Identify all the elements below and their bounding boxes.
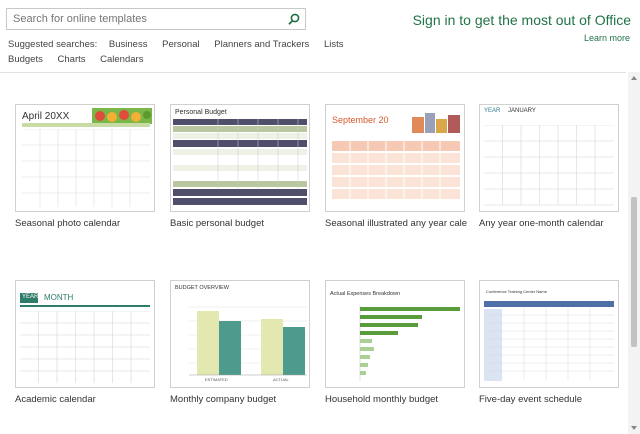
suggested-item-business[interactable]: Business bbox=[109, 39, 148, 50]
template-caption[interactable]: Basic personal budget bbox=[170, 218, 312, 229]
template-caption[interactable]: Five-day event schedule bbox=[479, 394, 621, 405]
template-thumbnail[interactable]: Actual Expenses Breakdown bbox=[325, 280, 465, 388]
template-caption[interactable]: Any year one-month calendar bbox=[479, 218, 621, 229]
template-thumbnail[interactable]: April 20XX bbox=[15, 104, 155, 212]
template-thumbnail[interactable]: Personal Budget bbox=[170, 104, 310, 212]
suggested-item-budgets[interactable]: Budgets bbox=[8, 54, 43, 65]
scroll-up-icon[interactable] bbox=[631, 76, 637, 80]
template-caption[interactable]: Academic calendar bbox=[15, 394, 157, 405]
template-academic-calendar[interactable]: YEAR MONTH Academic calendar bbox=[15, 280, 157, 405]
suggested-item-calendars[interactable]: Calendars bbox=[100, 54, 143, 65]
template-thumbnail[interactable]: Conference Training Center Name bbox=[479, 280, 619, 388]
header-band bbox=[22, 123, 150, 127]
suggested-item-planners[interactable]: Planners and Trackers bbox=[214, 39, 309, 50]
vertical-scrollbar[interactable] bbox=[628, 72, 640, 434]
thumbnail-title: April 20XX bbox=[22, 111, 70, 122]
schedule-table bbox=[484, 301, 614, 381]
template-thumbnail[interactable]: September 20 bbox=[325, 104, 465, 212]
calendar-grid bbox=[20, 311, 150, 383]
thumbnail-title: Actual Expenses Breakdown bbox=[330, 291, 401, 297]
template-caption[interactable]: Monthly company budget bbox=[170, 394, 312, 405]
search-icon[interactable] bbox=[287, 12, 301, 26]
divider bbox=[0, 72, 626, 73]
suggested-searches: Suggested searches: Business Personal Pl… bbox=[8, 37, 388, 67]
template-thumbnail[interactable]: YEAR JANUARY bbox=[479, 104, 619, 212]
thumbnail-title: Personal Budget bbox=[175, 109, 227, 116]
scroll-down-icon[interactable] bbox=[631, 426, 637, 430]
bar-label-estimated: ESTIMATED bbox=[205, 377, 228, 382]
calendar-grid bbox=[484, 125, 614, 206]
suggested-searches-label: Suggested searches: bbox=[8, 39, 98, 50]
template-monthly-company-budget[interactable]: BUDGET OVERVIEW ESTIMATED ACTUAL Monthly… bbox=[170, 280, 312, 405]
template-basic-personal-budget[interactable]: Personal Budget Basic personal budget bbox=[170, 104, 312, 229]
signin-title[interactable]: Sign in to get the most out of Office bbox=[413, 12, 631, 28]
year-badge: YEAR bbox=[20, 293, 38, 303]
template-caption[interactable]: Seasonal photo calendar bbox=[15, 218, 157, 229]
template-five-day-event-schedule[interactable]: Conference Training Center Name Five-day… bbox=[479, 280, 621, 405]
thumbnail-title: JANUARY bbox=[508, 108, 536, 114]
suggested-item-lists[interactable]: Lists bbox=[324, 39, 344, 50]
learn-more-link[interactable]: Learn more bbox=[584, 33, 630, 43]
search-input[interactable] bbox=[13, 11, 283, 27]
expenses-bar-chart bbox=[359, 305, 460, 381]
thumbnail-title: MONTH bbox=[44, 293, 74, 302]
bar-label-actual: ACTUAL bbox=[273, 377, 289, 382]
template-caption[interactable]: Household monthly budget bbox=[325, 394, 467, 405]
thumbnail-year: YEAR bbox=[22, 294, 39, 300]
calendar-grid bbox=[332, 141, 460, 201]
thumbnail-title: Conference Training Center Name bbox=[486, 289, 547, 294]
template-any-year-one-month-calendar[interactable]: YEAR JANUARY Any year one-month calendar bbox=[479, 104, 621, 229]
search-box[interactable] bbox=[6, 8, 306, 30]
calendar-grid bbox=[22, 129, 150, 207]
header-rule bbox=[20, 305, 150, 307]
template-seasonal-photo-calendar[interactable]: April 20XX Seasonal photo calendar bbox=[15, 104, 157, 229]
thumbnail-year: YEAR bbox=[484, 108, 501, 114]
budget-bar-chart bbox=[189, 306, 307, 376]
template-thumbnail[interactable]: BUDGET OVERVIEW ESTIMATED ACTUAL bbox=[170, 280, 310, 388]
template-caption[interactable]: Seasonal illustrated any year cale... bbox=[325, 218, 467, 229]
template-thumbnail[interactable]: YEAR MONTH bbox=[15, 280, 155, 388]
houses-illustration-icon bbox=[412, 113, 460, 133]
thumbnail-title: September 20 bbox=[332, 115, 389, 125]
template-seasonal-illustrated-calendar[interactable]: September 20 Seasonal illustrated any ye… bbox=[325, 104, 467, 229]
template-household-monthly-budget[interactable]: Actual Expenses Breakdown Household mont… bbox=[325, 280, 467, 405]
scrollbar-thumb[interactable] bbox=[631, 197, 637, 347]
thumbnail-title: BUDGET OVERVIEW bbox=[175, 285, 229, 291]
suggested-item-personal[interactable]: Personal bbox=[162, 39, 200, 50]
produce-photo-icon bbox=[92, 108, 152, 124]
budget-table bbox=[173, 119, 307, 205]
suggested-item-charts[interactable]: Charts bbox=[58, 54, 86, 65]
